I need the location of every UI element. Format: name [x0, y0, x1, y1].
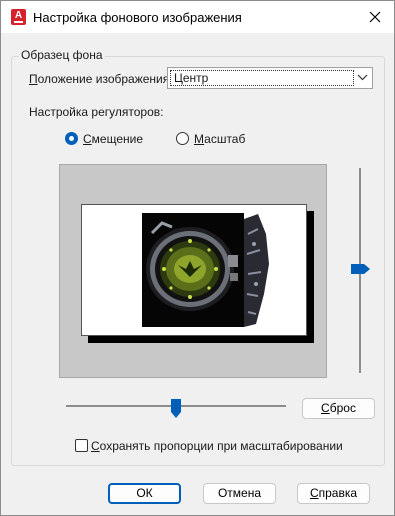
- keep-aspect-label: Сохранять пропорции при масштабировании: [91, 439, 343, 453]
- image-position-label: Положение изображения:: [29, 72, 173, 86]
- reset-button[interactable]: Сброс: [302, 398, 375, 419]
- watch-image: [142, 213, 244, 327]
- image-position-value: Центр: [170, 70, 354, 86]
- vertical-slider-thumb[interactable]: [351, 263, 371, 275]
- offset-radio-label: Смещение: [83, 132, 144, 146]
- background-preview: [59, 164, 327, 378]
- scale-radio-label: Масштаб: [194, 132, 246, 146]
- cancel-button[interactable]: Отмена: [203, 483, 276, 504]
- close-button[interactable]: [356, 1, 394, 33]
- title-bar: A Настройка фонового изображения: [1, 1, 394, 33]
- radio-circle: [176, 132, 189, 145]
- radio-circle: [65, 132, 78, 145]
- image-position-select[interactable]: Центр: [167, 67, 373, 89]
- dialog-window: A Настройка фонового изображения Образец…: [0, 0, 395, 516]
- group-label: Образец фона: [19, 48, 105, 62]
- checkbox-box: [75, 439, 88, 452]
- watch-bracelet-image: [244, 214, 269, 329]
- slider-settings-label: Настройка регуляторов:: [29, 105, 164, 119]
- window-title: Настройка фонового изображения: [33, 10, 242, 25]
- app-icon-letter: A: [14, 10, 23, 21]
- chevron-down-icon: [357, 74, 368, 81]
- help-button[interactable]: Справка: [297, 483, 370, 504]
- horizontal-slider-thumb[interactable]: [170, 399, 182, 419]
- paper-sheet: [81, 204, 307, 336]
- close-icon: [369, 11, 381, 23]
- ok-button[interactable]: ОК: [108, 483, 181, 504]
- autocad-app-icon: A: [11, 9, 26, 25]
